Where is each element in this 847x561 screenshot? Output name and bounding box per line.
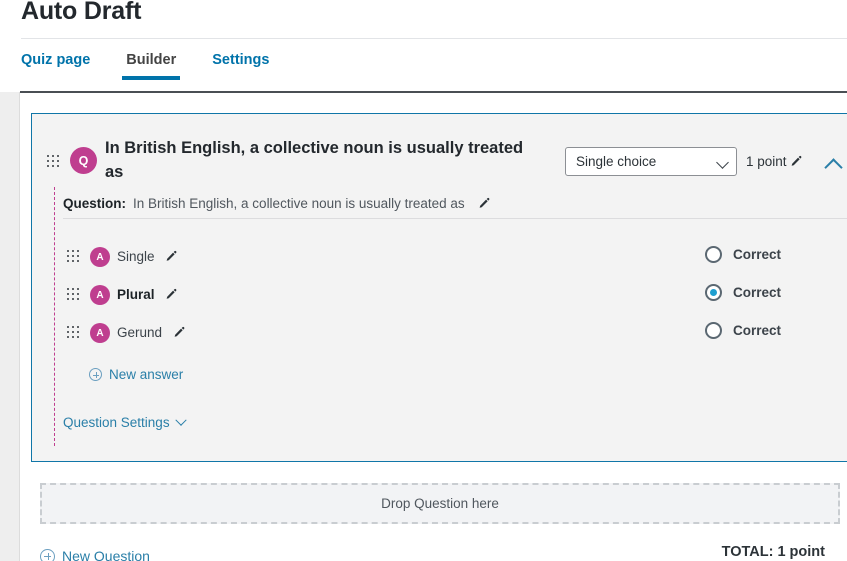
correct-radio[interactable] xyxy=(705,246,722,263)
correct-radio[interactable] xyxy=(705,322,722,339)
answer-label-wrap: Single xyxy=(117,247,178,267)
answer-correct-toggle[interactable]: Correct xyxy=(705,322,781,339)
answer-drag-handle[interactable] xyxy=(67,326,81,340)
title-divider xyxy=(21,38,847,39)
answer-badge: A xyxy=(90,247,110,267)
tabs-divider xyxy=(20,91,847,93)
answer-drag-handle[interactable] xyxy=(67,288,81,302)
page-title: Auto Draft xyxy=(21,0,142,25)
question-text-row: Question: In British English, a collectiv… xyxy=(63,194,491,214)
question-settings-label: Question Settings xyxy=(63,415,170,430)
plus-circle-icon xyxy=(89,368,102,381)
question-card: Q In British English, a collective noun … xyxy=(31,113,847,462)
new-answer-label: New answer xyxy=(109,367,184,382)
correct-label: Correct xyxy=(733,323,782,338)
edit-answer-pencil-icon[interactable] xyxy=(165,249,178,262)
answer-badge: A xyxy=(90,323,110,343)
new-answer-button[interactable]: New answer xyxy=(89,367,183,382)
collapse-question-button[interactable] xyxy=(825,155,843,173)
chevron-down-icon xyxy=(716,156,729,169)
total-points: TOTAL: 1 point xyxy=(721,544,825,560)
answer-row: A Plural Correct xyxy=(32,276,847,314)
edit-answer-pencil-icon[interactable] xyxy=(173,325,186,338)
question-drag-handle[interactable] xyxy=(47,155,61,169)
edit-answer-pencil-icon[interactable] xyxy=(165,287,178,300)
question-points: 1 point xyxy=(746,154,803,169)
correct-radio[interactable] xyxy=(705,284,722,301)
question-points-label: 1 point xyxy=(746,154,787,169)
new-question-label: New Question xyxy=(62,548,150,561)
answer-label: Gerund xyxy=(117,325,163,340)
answer-row: A Gerund Correct xyxy=(32,314,847,352)
answer-label-wrap: Plural xyxy=(117,285,178,305)
correct-label: Correct xyxy=(733,285,782,300)
answers-list: A Single Correct A Plural Correct A Geru… xyxy=(32,238,847,352)
new-question-button[interactable]: New Question xyxy=(40,548,150,561)
answer-correct-toggle[interactable]: Correct xyxy=(705,246,781,263)
question-card-header: Q In British English, a collective noun … xyxy=(32,114,847,186)
edit-points-pencil-icon[interactable] xyxy=(790,155,803,168)
question-type-select[interactable]: Single choice xyxy=(565,147,737,176)
answer-label: Single xyxy=(117,249,155,264)
left-gutter xyxy=(0,92,20,561)
correct-label: Correct xyxy=(733,247,782,262)
question-separator xyxy=(63,218,847,219)
question-title: In British English, a collective noun is… xyxy=(105,139,524,181)
answer-drag-handle[interactable] xyxy=(67,250,81,264)
tab-bar: Quiz page Builder Settings xyxy=(21,50,305,86)
plus-circle-icon xyxy=(40,548,55,561)
tab-quiz-page[interactable]: Quiz page xyxy=(21,50,90,80)
chevron-down-icon xyxy=(174,414,187,426)
question-settings-toggle[interactable]: Question Settings xyxy=(63,414,187,430)
answer-row: A Single Correct xyxy=(32,238,847,276)
quiz-builder-screen: Auto Draft Quiz page Builder Settings Q … xyxy=(0,0,847,561)
question-text-value: In British English, a collective noun is… xyxy=(133,196,465,211)
answer-correct-toggle[interactable]: Correct xyxy=(705,284,781,301)
answer-label: Plural xyxy=(117,287,155,302)
edit-question-pencil-icon[interactable] xyxy=(478,196,491,209)
question-text-label: Question: xyxy=(63,196,126,211)
dropzone-label: Drop Question here xyxy=(381,496,499,511)
tab-builder[interactable]: Builder xyxy=(122,50,181,80)
question-badge: Q xyxy=(70,147,97,174)
answer-badge: A xyxy=(90,285,110,305)
tab-settings[interactable]: Settings xyxy=(212,50,269,80)
question-type-value: Single choice xyxy=(576,154,657,169)
question-dropzone[interactable]: Drop Question here xyxy=(40,483,840,524)
answer-label-wrap: Gerund xyxy=(117,323,186,343)
